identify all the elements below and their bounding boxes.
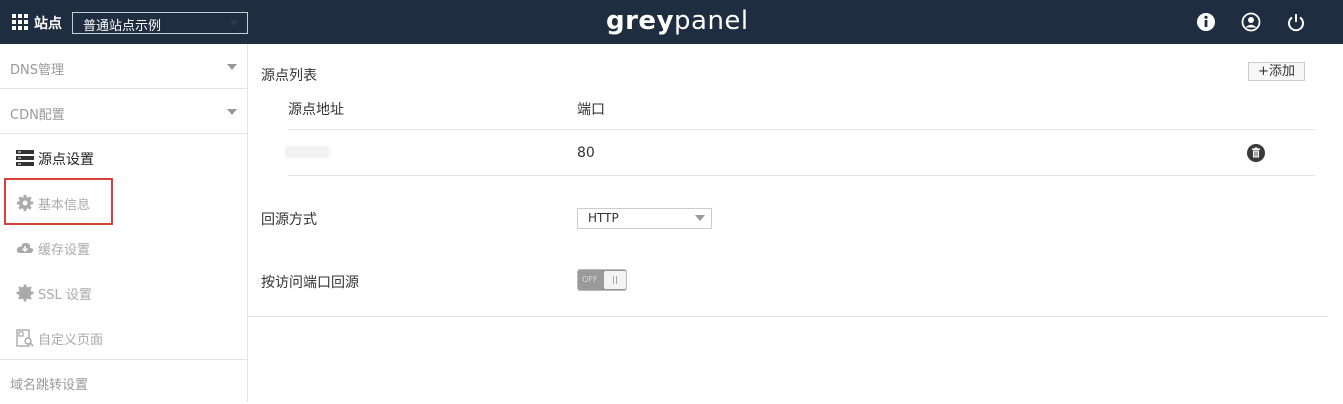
sidebar-item-label: SSL 设置 — [38, 288, 92, 303]
sidebar-item-cache-settings[interactable]: 缓存设置 — [0, 225, 247, 270]
sidebar-item-custom-pages[interactable]: 自定义页面 — [0, 315, 247, 360]
back-to-origin-select[interactable]: HTTP — [577, 208, 712, 229]
toggle-knob — [604, 271, 626, 289]
cog-icon — [16, 284, 34, 302]
chevron-down-icon — [695, 215, 705, 221]
trash-icon[interactable] — [1247, 144, 1265, 162]
chevron-down-icon — [227, 64, 237, 70]
top-navbar: 站点 普通站点示例 greypanel — [0, 0, 1343, 44]
chevron-down-icon — [229, 20, 239, 26]
sidebar-item-label: 缓存设置 — [38, 243, 91, 258]
back-to-origin-value: HTTP — [588, 211, 619, 225]
origin-list-title: 源点列表 — [261, 68, 317, 84]
highlight-box — [4, 178, 113, 225]
user-icon[interactable] — [1241, 12, 1261, 32]
info-icon[interactable] — [1196, 12, 1216, 32]
chevron-down-icon — [227, 109, 237, 115]
main-panel — [248, 44, 1328, 317]
brand-grey: grey — [606, 6, 675, 36]
power-icon[interactable] — [1286, 12, 1306, 32]
nav-section-label: DNS管理 — [10, 63, 64, 78]
sidebar-item-ssl-settings[interactable]: SSL 设置 — [0, 270, 247, 315]
sidebar-item-label: 源点设置 — [38, 152, 94, 168]
port-follow-toggle[interactable]: OFF — [577, 269, 627, 291]
brand-panel: panel — [674, 6, 749, 36]
table-divider — [288, 129, 1315, 130]
site-select-value: 普通站点示例 — [83, 19, 162, 34]
toggle-state-text: OFF — [582, 275, 598, 284]
site-label: 站点 — [34, 16, 62, 32]
origin-address-redacted — [285, 146, 329, 158]
port-follow-label: 按访问端口回源 — [261, 275, 359, 291]
page-search-icon — [16, 329, 34, 347]
sidebar-item-origin-settings[interactable]: 源点设置 — [0, 135, 247, 180]
brand-logo: greypanel — [606, 6, 749, 36]
cloud-download-icon — [16, 242, 34, 253]
nav-section-cdn[interactable]: CDN配置 — [0, 89, 247, 134]
column-header-address: 源点地址 — [288, 102, 344, 118]
add-origin-button[interactable]: +添加 — [1248, 62, 1305, 81]
nav-section-dns[interactable]: DNS管理 — [0, 44, 247, 89]
site-select[interactable]: 普通站点示例 — [72, 12, 248, 34]
nav-section-label: 域名跳转设置 — [10, 378, 89, 393]
server-icon — [16, 150, 34, 166]
table-divider — [288, 175, 1315, 176]
back-to-origin-label: 回源方式 — [261, 212, 317, 228]
grid-icon[interactable] — [12, 14, 28, 30]
nav-section-domain-redirect[interactable]: 域名跳转设置 — [0, 359, 247, 404]
sidebar-item-label: 自定义页面 — [38, 333, 104, 348]
nav-section-label: CDN配置 — [10, 108, 65, 123]
column-header-port: 端口 — [577, 102, 605, 118]
origin-port-cell: 80 — [577, 145, 595, 161]
